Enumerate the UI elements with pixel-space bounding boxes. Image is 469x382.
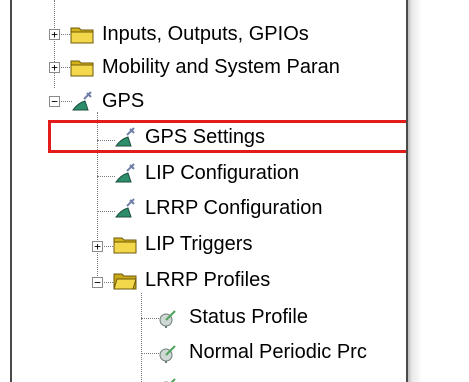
tree-item-label: Mobility and System Paran: [102, 55, 340, 78]
satellite-icon: [115, 163, 135, 183]
tree-item-lip-configuration[interactable]: LIP Configuration: [113, 158, 299, 188]
configuration-tree: + Inputs, Outputs, GPIOs + Mobility and …: [12, 0, 406, 382]
folder-icon: [113, 237, 137, 254]
tree-item-label: LRRP Profiles: [145, 268, 271, 291]
tree-item-mobility-system[interactable]: Mobility and System Paran: [70, 52, 340, 82]
tree-item-label: Normal Periodic Prc: [189, 340, 367, 363]
tree-item-label: Inputs, Outputs, GPIOs: [102, 22, 309, 45]
tree-item-status-profile[interactable]: Status Profile: [157, 302, 308, 332]
expand-toggle[interactable]: +: [92, 241, 103, 252]
antenna-icon: [159, 345, 176, 363]
collapse-toggle[interactable]: −: [92, 277, 103, 288]
antenna-icon: [159, 310, 176, 328]
tree-item-label: LRRP Configuration: [145, 196, 323, 219]
tree-item-label: Status Profile: [189, 305, 308, 328]
tree-item-partial: [157, 370, 181, 382]
tree-item-label: LIP Configuration: [145, 161, 300, 184]
satellite-icon: [72, 91, 92, 111]
folder-icon: [70, 27, 94, 44]
antenna-icon: [163, 378, 176, 382]
tree-item-label: LIP Triggers: [145, 232, 253, 255]
expand-toggle[interactable]: +: [49, 29, 60, 40]
tree-item-gps[interactable]: GPS: [70, 86, 144, 116]
tree-item-lrrp-configuration[interactable]: LRRP Configuration: [113, 193, 323, 223]
folder-open-icon: [113, 273, 137, 290]
tree-item-normal-periodic[interactable]: Normal Periodic Prc: [157, 337, 367, 367]
tree-item-lrrp-profiles[interactable]: LRRP Profiles: [113, 265, 270, 295]
tree-panel: + Inputs, Outputs, GPIOs + Mobility and …: [10, 0, 408, 382]
highlight-box: [48, 120, 406, 153]
window-edge: [408, 0, 469, 382]
folder-icon: [70, 60, 94, 77]
collapse-toggle[interactable]: −: [49, 96, 60, 107]
satellite-icon: [115, 198, 135, 218]
tree-connector: [54, 0, 55, 88]
tree-item-inputs-outputs-gpios[interactable]: Inputs, Outputs, GPIOs: [70, 19, 309, 49]
expand-toggle[interactable]: +: [49, 62, 60, 73]
tree-connector: [141, 293, 142, 382]
tree-item-label: GPS: [102, 89, 145, 112]
tree-item-lip-triggers[interactable]: LIP Triggers: [113, 229, 252, 259]
